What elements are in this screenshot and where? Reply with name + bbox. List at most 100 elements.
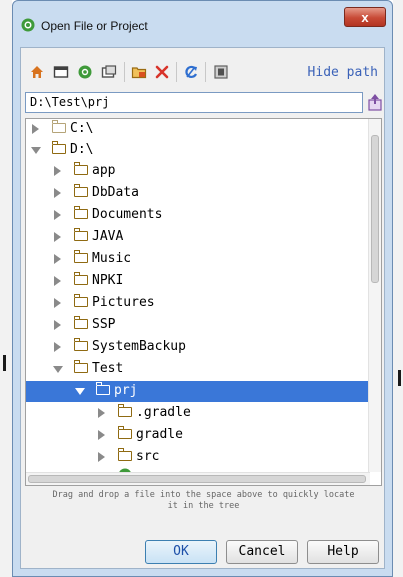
tree-node-label: D:\ [70,142,94,157]
open-file-dialog: Open File or Project x Hide path D:\Test… [12,0,393,577]
tree-node[interactable]: src [26,447,368,468]
tree-node-label: Documents [92,207,163,222]
collapse-arrow-icon[interactable] [53,366,63,373]
vertical-scrollbar[interactable] [368,119,381,472]
toolbar: Hide path [21,48,384,90]
drive-icon [51,141,66,154]
tree-node[interactable]: DbData [26,183,368,204]
desktop-icon[interactable] [53,64,69,80]
toolbar-separator [124,62,125,82]
tree-node-label: C:\ [70,121,94,136]
collapse-arrow-icon[interactable] [31,147,41,154]
project-icon[interactable] [77,64,93,80]
toolbar-separator [176,62,177,82]
tree-node-label: NPKI [92,273,124,288]
refresh-icon[interactable] [183,64,199,80]
tree-node-label: .gradle [136,405,191,420]
tree-node-label: Test [92,361,124,376]
cancel-button[interactable]: Cancel [226,540,298,564]
close-button[interactable]: x [344,7,386,27]
background-right [393,0,403,577]
background-mark [398,370,401,386]
horizontal-scrollbar[interactable] [26,472,370,485]
expand-arrow-icon[interactable] [54,188,61,198]
tree-node-label: Pictures [92,295,155,310]
hide-path-link[interactable]: Hide path [308,65,378,80]
expand-arrow-icon[interactable] [98,408,105,418]
tree-node[interactable]: gradle [26,425,368,446]
ok-button[interactable]: OK [145,540,217,564]
tree-node[interactable]: .gradle [26,403,368,424]
tree-node[interactable]: NPKI [26,271,368,292]
drag-drop-hint: Drag and drop a file into the space abov… [25,490,382,512]
tree-node-label: prj [114,383,138,398]
expand-arrow-icon[interactable] [98,430,105,440]
tree-node-label: src [136,449,160,464]
window-title: Open File or Project [41,19,148,33]
tree-node[interactable]: Documents [26,205,368,226]
tree-node-label: gradle [136,427,183,442]
folder-icon [95,382,110,395]
path-field[interactable]: D:\Test\prj [25,92,363,113]
hint-line: it in the tree [167,501,240,511]
toolbar-separator [205,62,206,82]
expand-arrow-icon[interactable] [54,254,61,264]
folder-icon [117,404,132,417]
tree-node-selected[interactable]: prj [26,381,368,402]
tree-node-drive-c[interactable]: C:\ [26,119,368,140]
folder-icon [73,184,88,197]
folder-icon [73,162,88,175]
tree-node-label: app [92,163,116,178]
folder-icon [73,360,88,373]
tree-node[interactable]: Test [26,359,368,380]
expand-arrow-icon[interactable] [54,320,61,330]
new-folder-icon[interactable] [131,64,147,80]
folder-icon [73,228,88,241]
tree-node-drive-d[interactable]: D:\ [26,140,368,161]
help-button[interactable]: Help [307,540,379,564]
tree-node[interactable]: JAVA [26,227,368,248]
folder-icon [73,206,88,219]
tree-node-label: Music [92,251,132,266]
home-icon[interactable] [29,64,45,80]
expand-arrow-icon[interactable] [54,232,61,242]
expand-arrow-icon[interactable] [54,342,61,352]
folder-icon [73,294,88,307]
tree-node-label: DbData [92,185,139,200]
vertical-scroll-thumb[interactable] [371,135,379,283]
expand-arrow-icon[interactable] [54,276,61,286]
folder-icon [117,448,132,461]
module-icon[interactable] [101,64,117,80]
app-logo-icon [21,18,35,32]
drive-icon [51,120,66,133]
show-hidden-icon[interactable] [213,64,229,80]
horizontal-scroll-thumb[interactable] [28,475,366,483]
folder-icon [73,338,88,351]
tree-node[interactable]: SystemBackup [26,337,368,358]
folder-icon [73,250,88,263]
title-bar[interactable]: Open File or Project x [13,1,392,47]
tree-node[interactable]: Music [26,249,368,270]
expand-arrow-icon[interactable] [54,298,61,308]
expand-arrow-icon[interactable] [32,124,39,134]
background-left [0,0,12,577]
dialog-body: Hide path D:\Test\prj C:\ D:\ app DbData… [20,47,385,569]
hint-line: Drag and drop a file into the space abov… [52,490,355,500]
delete-icon[interactable] [154,64,170,80]
file-tree[interactable]: C:\ D:\ app DbData Documents JAVA Music … [25,118,382,486]
expand-arrow-icon[interactable] [54,166,61,176]
expand-arrow-icon[interactable] [54,210,61,220]
folder-icon [73,316,88,329]
folder-icon [117,426,132,439]
tree-node-label: JAVA [92,229,124,244]
path-history-icon[interactable] [368,92,382,112]
tree-node-label: SSP [92,317,116,332]
folder-icon [73,272,88,285]
collapse-arrow-icon[interactable] [75,388,85,395]
tree-node[interactable]: app [26,161,368,182]
tree-node[interactable]: Pictures [26,293,368,314]
tree-node-label: SystemBackup [92,339,186,354]
background-mark [3,355,6,371]
expand-arrow-icon[interactable] [98,452,105,462]
tree-node[interactable]: SSP [26,315,368,336]
